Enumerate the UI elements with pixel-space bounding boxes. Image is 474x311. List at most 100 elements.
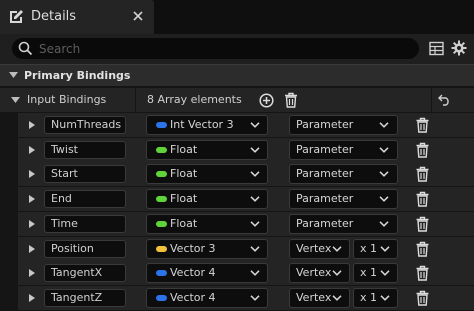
type-label: Float xyxy=(170,142,198,156)
element-name-field[interactable]: TangentZ xyxy=(44,288,126,307)
binding-label: Vertex xyxy=(296,290,332,304)
property-label: Input Bindings xyxy=(27,93,107,106)
array-element-row: Twist Float Parameter xyxy=(18,137,474,162)
type-dropdown[interactable]: Float xyxy=(146,189,268,210)
type-color-swatch xyxy=(156,294,167,301)
binding-label: Parameter xyxy=(296,142,354,156)
binding-label: Parameter xyxy=(296,216,354,230)
binding-dropdown[interactable]: Parameter xyxy=(289,213,398,234)
type-color-swatch xyxy=(156,122,167,128)
expand-arrow-icon[interactable] xyxy=(29,195,35,204)
array-element-row: Position Vector 3 Vertex x 1 xyxy=(18,236,474,261)
array-element-row: TangentX Vector 4 Vertex x 1 xyxy=(18,261,474,286)
expand-arrow-icon[interactable] xyxy=(9,72,18,79)
array-element-row: Start Float Parameter xyxy=(18,162,474,187)
chevron-down-icon xyxy=(250,122,260,128)
binding-label: Parameter xyxy=(296,192,354,206)
type-label: Vector 4 xyxy=(170,290,216,304)
chevron-down-icon xyxy=(250,171,260,178)
trash-icon[interactable] xyxy=(284,92,298,108)
add-element-icon[interactable] xyxy=(259,93,274,108)
binding-dropdown[interactable]: Parameter xyxy=(289,115,398,135)
type-color-swatch xyxy=(156,146,167,153)
binding-dropdown[interactable]: Parameter xyxy=(289,189,398,210)
search-icon xyxy=(18,41,33,56)
search-box[interactable] xyxy=(12,38,419,59)
type-dropdown[interactable]: Float xyxy=(146,213,268,234)
search-input[interactable] xyxy=(39,39,409,58)
chevron-down-icon xyxy=(332,295,342,301)
close-icon[interactable] xyxy=(131,9,145,23)
type-color-swatch xyxy=(156,270,167,277)
element-name-field[interactable]: End xyxy=(44,190,126,209)
type-label: Int Vector 3 xyxy=(170,118,234,131)
chevron-down-icon xyxy=(250,146,260,153)
type-color-swatch xyxy=(156,171,167,178)
type-dropdown[interactable]: Int Vector 3 xyxy=(146,115,268,135)
element-name-field[interactable]: TangentX xyxy=(44,264,126,283)
count-label: x 1 xyxy=(360,266,378,280)
chevron-down-icon xyxy=(379,196,389,202)
column-divider xyxy=(431,88,432,112)
array-element-row: Time Float Parameter xyxy=(18,211,474,236)
column-divider xyxy=(135,88,136,112)
type-color-swatch xyxy=(156,220,167,227)
trash-icon[interactable] xyxy=(416,290,429,306)
chevron-down-icon xyxy=(332,270,342,277)
chevron-down-icon xyxy=(379,171,389,178)
trash-icon[interactable] xyxy=(416,166,429,183)
chevron-down-icon xyxy=(380,245,390,252)
expand-arrow-icon[interactable] xyxy=(29,145,35,154)
count-dropdown[interactable]: x 1 xyxy=(353,263,398,284)
count-label: x 1 xyxy=(360,241,378,255)
element-name-field[interactable]: Twist xyxy=(44,140,126,159)
trash-icon[interactable] xyxy=(416,241,429,257)
chevron-down-icon xyxy=(379,221,389,227)
expand-arrow-icon[interactable] xyxy=(29,121,35,129)
tab-details[interactable]: Details xyxy=(0,0,154,34)
binding-dropdown[interactable]: Vertex xyxy=(289,238,350,259)
type-dropdown[interactable]: Vector 3 xyxy=(146,238,268,259)
expand-arrow-icon[interactable] xyxy=(29,219,35,228)
chevron-down-icon xyxy=(250,270,260,277)
type-dropdown[interactable]: Vector 4 xyxy=(146,287,268,308)
pencil-document-icon xyxy=(8,9,24,25)
binding-dropdown[interactable]: Parameter xyxy=(289,139,398,160)
binding-dropdown[interactable]: Vertex xyxy=(289,287,350,308)
category-header-primary-bindings[interactable]: Primary Bindings xyxy=(0,64,474,86)
type-label: Float xyxy=(170,167,198,181)
binding-dropdown[interactable]: Vertex xyxy=(289,263,350,284)
trash-icon[interactable] xyxy=(416,191,429,207)
expand-arrow-icon[interactable] xyxy=(11,97,20,104)
trash-icon[interactable] xyxy=(416,142,429,158)
tab-title: Details xyxy=(31,9,77,24)
element-name-field[interactable]: Time xyxy=(44,214,126,233)
chevron-down-icon xyxy=(250,221,260,227)
reset-arrow-icon[interactable] xyxy=(438,94,451,106)
count-dropdown[interactable]: x 1 xyxy=(353,287,398,308)
table-view-icon[interactable] xyxy=(429,41,444,56)
expand-arrow-icon[interactable] xyxy=(29,269,35,278)
property-input-bindings: Input Bindings 8 Array elements xyxy=(0,88,474,112)
category-title: Primary Bindings xyxy=(24,69,131,82)
trash-icon[interactable] xyxy=(416,216,429,232)
gear-icon[interactable] xyxy=(451,40,467,56)
trash-icon[interactable] xyxy=(416,265,429,281)
type-dropdown[interactable]: Float xyxy=(146,139,268,160)
binding-label: Parameter xyxy=(296,167,354,181)
element-name-field[interactable]: Position xyxy=(44,239,126,258)
element-name-field[interactable]: NumThreads xyxy=(44,116,126,134)
expand-arrow-icon[interactable] xyxy=(29,244,35,253)
expand-arrow-icon[interactable] xyxy=(29,293,35,302)
chevron-down-icon xyxy=(250,295,260,301)
chevron-down-icon xyxy=(379,122,389,128)
type-dropdown[interactable]: Vector 4 xyxy=(146,263,268,284)
binding-dropdown[interactable]: Parameter xyxy=(289,164,398,185)
expand-arrow-icon[interactable] xyxy=(29,170,35,179)
trash-icon[interactable] xyxy=(416,117,429,133)
type-dropdown[interactable]: Float xyxy=(146,164,268,185)
count-dropdown[interactable]: x 1 xyxy=(353,238,398,259)
type-color-swatch xyxy=(156,196,167,203)
element-name-field[interactable]: Start xyxy=(44,165,126,184)
binding-label: Vertex xyxy=(296,266,332,280)
